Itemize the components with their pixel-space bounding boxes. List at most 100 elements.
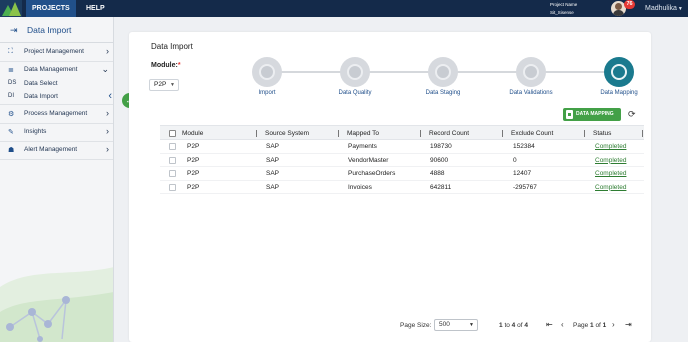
chevron-right-icon: › <box>106 126 109 136</box>
hierarchy-icon: ⛶ <box>8 48 13 55</box>
table-row[interactable]: P2P SAP Payments 198730 152384 Completed <box>160 140 644 154</box>
status-link[interactable]: Completed <box>595 167 626 180</box>
column-header-exclude-count[interactable]: Exclude Count <box>511 126 553 139</box>
sidebar-item-label: Alert Management <box>24 146 78 153</box>
notification-badge[interactable]: 76 <box>624 0 635 9</box>
sidebar-item-project-management[interactable]: ⛶ Project Management › <box>0 44 113 61</box>
status-link[interactable]: Completed <box>595 140 626 153</box>
sidebar-item-alert-management[interactable]: ☗ Alert Management › <box>0 142 113 159</box>
database-icon: ≣ <box>8 67 14 74</box>
status-link[interactable]: Completed <box>595 154 626 167</box>
caret-down-icon: ▼ <box>677 6 683 12</box>
project-name-value: Sit_Sisense <box>550 10 574 15</box>
cell-module: P2P <box>187 170 200 177</box>
chevron-right-icon: › <box>106 108 109 118</box>
step-label: Data Validations <box>509 90 553 96</box>
sidebar-item-insights[interactable]: ✎ Insights › <box>0 124 113 141</box>
project-info: Project Name Sit_Sisense <box>550 1 577 17</box>
app-logo[interactable] <box>0 0 22 17</box>
step-data-staging[interactable]: Data Staging <box>411 57 475 96</box>
page-indicator: Page 1 of 1 <box>573 322 606 329</box>
column-header-source-system[interactable]: Source System <box>265 126 309 139</box>
column-resize-handle[interactable] <box>338 130 339 137</box>
nav-help[interactable]: HELP <box>80 0 111 17</box>
chevron-left-icon: ‹ <box>108 90 112 102</box>
chevron-right-icon: › <box>106 46 109 56</box>
gears-icon: ⚙ <box>8 111 15 118</box>
column-header-record-count[interactable]: Record Count <box>429 126 469 139</box>
first-page-icon[interactable]: ⇤ <box>546 320 553 329</box>
users-icon: ☗ <box>8 147 15 154</box>
step-circle-icon <box>428 57 458 87</box>
sidebar-subitem-label: Data Select <box>24 80 58 87</box>
document-icon <box>566 110 573 119</box>
sidebar-title: ⇥ Data Import <box>0 17 113 43</box>
required-marker: * <box>177 62 181 69</box>
step-label: Data Staging <box>425 90 461 96</box>
page-of-word: of <box>595 322 601 329</box>
column-resize-handle[interactable] <box>256 130 257 137</box>
username: Madhulika <box>645 5 677 12</box>
cell-mapped-to: VendorMaster <box>348 156 389 164</box>
row-checkbox[interactable] <box>169 170 176 177</box>
column-resize-handle[interactable] <box>584 130 585 137</box>
column-resize-handle[interactable] <box>502 130 503 137</box>
cell-mapped-to: Payments <box>348 143 377 150</box>
previous-page-icon[interactable]: ‹ <box>561 320 564 329</box>
sidebar-item-label: Process Management <box>24 110 88 117</box>
page-size-value: 500 <box>439 321 450 328</box>
sidebar-item-process-management[interactable]: ⚙ Process Management › <box>0 106 113 123</box>
nav-projects[interactable]: PROJECTS <box>26 0 76 17</box>
table-row[interactable]: P2P SAP VendorMaster 90600 0 Completed <box>160 154 644 167</box>
grid-header: Module Source System Mapped To Record Co… <box>160 125 644 140</box>
cell-record-count: 4888 <box>430 170 445 177</box>
select-all-checkbox[interactable] <box>169 130 176 137</box>
step-data-quality[interactable]: Data Quality <box>323 57 387 96</box>
step-data-mapping[interactable]: Data Mapping <box>587 57 651 96</box>
chevron-down-icon: ⌄ <box>101 64 109 74</box>
sidebar-subitem-data-select[interactable]: DS Data Select <box>0 77 113 90</box>
last-page-icon[interactable]: ⇥ <box>625 320 632 329</box>
cell-source-system: SAP <box>266 143 280 150</box>
data-mapping-button-label: DATA MAPPING <box>576 111 614 117</box>
table-row[interactable]: P2P SAP PurchaseOrders 4888 12407 Comple… <box>160 167 644 181</box>
range-total: 4 <box>524 322 528 329</box>
range-of-word: of <box>517 322 523 329</box>
data-mapping-button[interactable]: DATA MAPPING <box>563 108 621 121</box>
sidebar-subitem-data-import[interactable]: DI Data Import ‹ <box>0 90 113 103</box>
caret-down-icon: ▼ <box>469 322 474 328</box>
step-data-validations[interactable]: Data Validations <box>499 57 563 96</box>
chevron-right-icon: › <box>106 144 109 154</box>
cell-exclude-count: -295767 <box>513 183 537 191</box>
import-icon: ⇥ <box>10 25 18 35</box>
step-import[interactable]: Import <box>235 57 299 96</box>
module-select[interactable]: P2P ▼ <box>149 79 179 91</box>
cell-module: P2P <box>187 143 200 150</box>
project-name-label: Project Name <box>550 2 578 7</box>
sidebar-item-label: Data Management <box>24 66 78 73</box>
next-page-icon[interactable]: › <box>612 320 615 329</box>
row-range: 1 to 4 of 4 <box>499 322 528 329</box>
column-header-mapped-to[interactable]: Mapped To <box>347 126 379 139</box>
page-size-select[interactable]: 500 ▼ <box>434 319 478 331</box>
module-label: Module:* <box>151 62 181 69</box>
cell-mapped-to: Invoices <box>348 183 372 191</box>
column-resize-handle[interactable] <box>420 130 421 137</box>
cell-source-system: SAP <box>266 170 280 177</box>
column-header-module[interactable]: Module <box>182 126 203 139</box>
user-menu[interactable]: Madhulika▼ <box>645 0 683 18</box>
row-checkbox[interactable] <box>169 156 176 164</box>
module-select-value: P2P <box>154 81 167 88</box>
column-header-status[interactable]: Status <box>593 126 611 139</box>
page-title: Data Import <box>151 42 193 51</box>
column-resize-handle[interactable] <box>642 130 643 137</box>
row-checkbox[interactable] <box>169 143 176 150</box>
cell-module: P2P <box>187 156 200 164</box>
refresh-icon[interactable]: ⟳ <box>628 109 636 120</box>
cell-source-system: SAP <box>266 156 280 164</box>
step-circle-icon <box>604 57 634 87</box>
row-checkbox[interactable] <box>169 183 176 191</box>
status-link[interactable]: Completed <box>595 181 626 194</box>
pagination: Page Size: 500 ▼ 1 to 4 of 4 ⇤ ‹ Page 1 o… <box>129 319 651 333</box>
table-row[interactable]: P2P SAP Invoices 642811 -295767 Complete… <box>160 181 644 194</box>
